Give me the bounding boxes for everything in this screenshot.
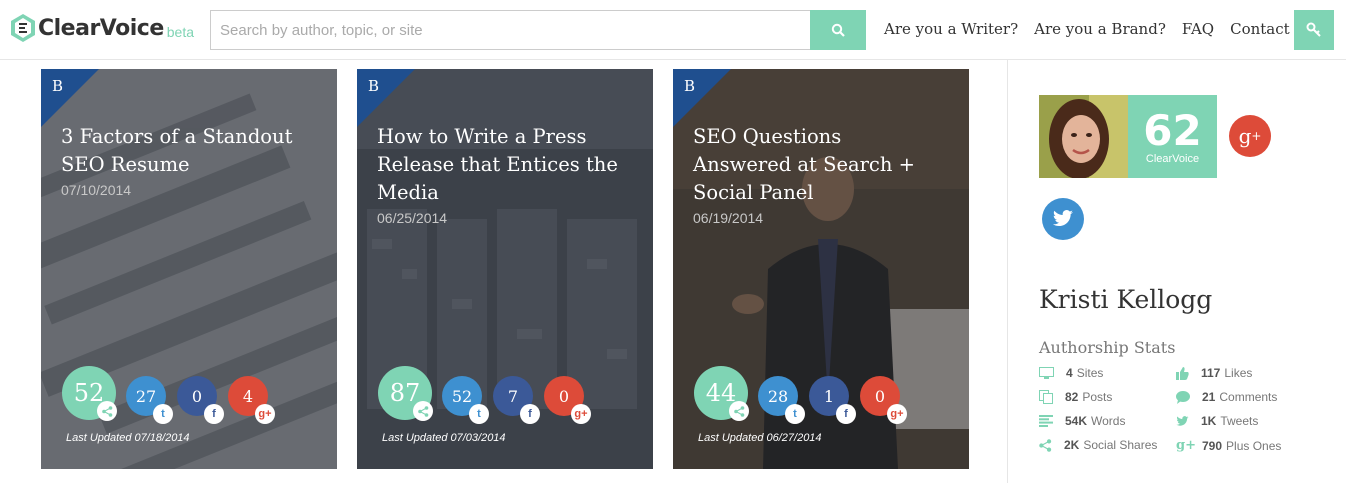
logo-text: ClearVoice bbox=[38, 15, 164, 41]
google-plus-count-value: 4 bbox=[242, 386, 254, 406]
article-title-block[interactable]: How to Write a Press Release that Entice… bbox=[377, 123, 627, 228]
header: ClearVoice beta Are you a Writer? Are yo… bbox=[0, 0, 1346, 60]
nav-faq[interactable]: FAQ bbox=[1182, 20, 1214, 38]
stat-value: 82 bbox=[1065, 390, 1079, 404]
share-icon bbox=[97, 401, 117, 421]
stat-likes: 117 Likes bbox=[1176, 366, 1252, 380]
logo-beta: beta bbox=[166, 24, 194, 40]
facebook-icon: f bbox=[204, 404, 224, 424]
stat-posts: 82 Posts bbox=[1039, 390, 1112, 404]
facebook-count-value: 0 bbox=[191, 386, 203, 406]
stat-comments: 21 Comments bbox=[1176, 390, 1277, 404]
stat-plus-ones: g+ 790 Plus Ones bbox=[1176, 438, 1281, 453]
key-icon bbox=[1306, 22, 1321, 37]
stat-label: Words bbox=[1091, 414, 1126, 428]
search-icon bbox=[831, 23, 845, 37]
stat-social-shares: 2K Social Shares bbox=[1039, 438, 1157, 452]
article-card[interactable]: B How to Write a Press Release that Enti… bbox=[357, 69, 653, 469]
article-card[interactable]: B SEO Questions Answered at Search + Soc… bbox=[673, 69, 969, 469]
article-title[interactable]: 3 Factors of a Standout SEO Resume bbox=[61, 125, 292, 176]
twitter-count-value: 27 bbox=[135, 386, 157, 406]
copy-icon bbox=[1039, 390, 1053, 404]
stat-value: 1K bbox=[1201, 414, 1217, 428]
blog-badge bbox=[357, 69, 415, 127]
stat-label: Posts bbox=[1082, 390, 1113, 404]
blog-badge-letter: B bbox=[52, 77, 64, 95]
google-plus-icon: g+ bbox=[255, 404, 275, 424]
stat-value: 2K bbox=[1064, 438, 1080, 452]
stat-label: Plus Ones bbox=[1226, 438, 1282, 453]
google-plus-icon: g+ bbox=[571, 404, 591, 424]
comment-icon bbox=[1176, 390, 1190, 404]
google-plus-icon: g+ bbox=[887, 404, 907, 424]
article-card[interactable]: B 3 Factors of a Standout SEO Resume 07/… bbox=[41, 69, 337, 469]
article-date: 06/25/2014 bbox=[377, 210, 448, 226]
google-plus-icon: g+ bbox=[1176, 438, 1196, 453]
clearvoice-score-value: 62 bbox=[1143, 106, 1202, 155]
nav-writer[interactable]: Are you a Writer? bbox=[884, 20, 1018, 38]
share-icon bbox=[413, 401, 433, 421]
stat-label: Likes bbox=[1224, 366, 1253, 380]
twitter-profile-icon[interactable] bbox=[1042, 198, 1084, 240]
article-title-block[interactable]: 3 Factors of a Standout SEO Resume 07/10… bbox=[61, 123, 311, 200]
login-button[interactable] bbox=[1294, 10, 1334, 50]
twitter-icon: t bbox=[153, 404, 173, 424]
stat-label: Tweets bbox=[1220, 414, 1259, 428]
article-title[interactable]: How to Write a Press Release that Entice… bbox=[377, 125, 618, 204]
facebook-icon: f bbox=[836, 404, 856, 424]
google-plus-count-value: 0 bbox=[558, 386, 570, 406]
article-date: 06/19/2014 bbox=[693, 210, 764, 226]
stat-label: Sites bbox=[1076, 366, 1104, 380]
search-input[interactable] bbox=[210, 10, 810, 50]
thumbs-up-icon bbox=[1176, 366, 1189, 380]
avatar[interactable] bbox=[1039, 95, 1128, 178]
stat-words: 54K Words bbox=[1039, 414, 1125, 428]
share-icon bbox=[729, 401, 749, 421]
clearvoice-score: 62 ClearVoice bbox=[1128, 95, 1217, 178]
main-nav: Are you a Writer? Are you a Brand? FAQ C… bbox=[884, 20, 1315, 38]
article-title-block[interactable]: SEO Questions Answered at Search + Socia… bbox=[693, 123, 943, 228]
facebook-count-value: 7 bbox=[507, 386, 519, 406]
blog-badge-letter: B bbox=[368, 77, 380, 95]
stat-value: 54K bbox=[1065, 414, 1088, 428]
stat-tweets: 1K Tweets bbox=[1176, 414, 1258, 428]
blog-badge bbox=[673, 69, 731, 127]
author-name: Kristi Kellogg bbox=[1039, 285, 1213, 314]
stat-value: 790 bbox=[1202, 438, 1223, 453]
google-plus-count-value: 0 bbox=[874, 386, 886, 406]
stat-value: 117 bbox=[1201, 366, 1221, 380]
stat-label: Comments bbox=[1219, 390, 1278, 404]
logo[interactable]: ClearVoice beta bbox=[10, 13, 194, 43]
last-updated: Last Updated 06/27/2014 bbox=[698, 432, 822, 444]
article-title[interactable]: SEO Questions Answered at Search + Socia… bbox=[693, 125, 915, 204]
nav-brand[interactable]: Are you a Brand? bbox=[1034, 20, 1166, 38]
clearvoice-logo-icon bbox=[11, 14, 35, 42]
article-date: 07/10/2014 bbox=[61, 182, 132, 198]
text-lines-icon bbox=[1039, 415, 1053, 427]
twitter-icon bbox=[1176, 415, 1189, 426]
authorship-stats-title: Authorship Stats bbox=[1039, 338, 1176, 357]
clearvoice-score-label: ClearVoice bbox=[1145, 153, 1200, 165]
monitor-icon bbox=[1039, 366, 1054, 379]
stat-value: 21 bbox=[1202, 390, 1216, 404]
search-button[interactable] bbox=[810, 10, 866, 50]
google-plus-profile-icon[interactable]: g + bbox=[1229, 115, 1271, 157]
twitter-icon: t bbox=[785, 404, 805, 424]
last-updated: Last Updated 07/18/2014 bbox=[66, 432, 190, 444]
stat-sites: 4 Sites bbox=[1039, 366, 1103, 380]
author-photo bbox=[1039, 95, 1128, 178]
share-icon bbox=[1039, 438, 1052, 452]
facebook-icon: f bbox=[520, 404, 540, 424]
author-sidebar: 62 ClearVoice g + Kristi Kellogg Authorsh… bbox=[1007, 60, 1346, 483]
blog-badge bbox=[41, 69, 99, 127]
last-updated: Last Updated 07/03/2014 bbox=[382, 432, 506, 444]
twitter-icon: t bbox=[469, 404, 489, 424]
stat-label: Social Shares bbox=[1083, 438, 1158, 452]
facebook-count-value: 1 bbox=[823, 386, 835, 406]
blog-badge-letter: B bbox=[684, 77, 696, 95]
stat-value: 4 bbox=[1066, 366, 1073, 380]
twitter-count-value: 28 bbox=[767, 386, 789, 406]
twitter-count-value: 52 bbox=[451, 386, 473, 406]
